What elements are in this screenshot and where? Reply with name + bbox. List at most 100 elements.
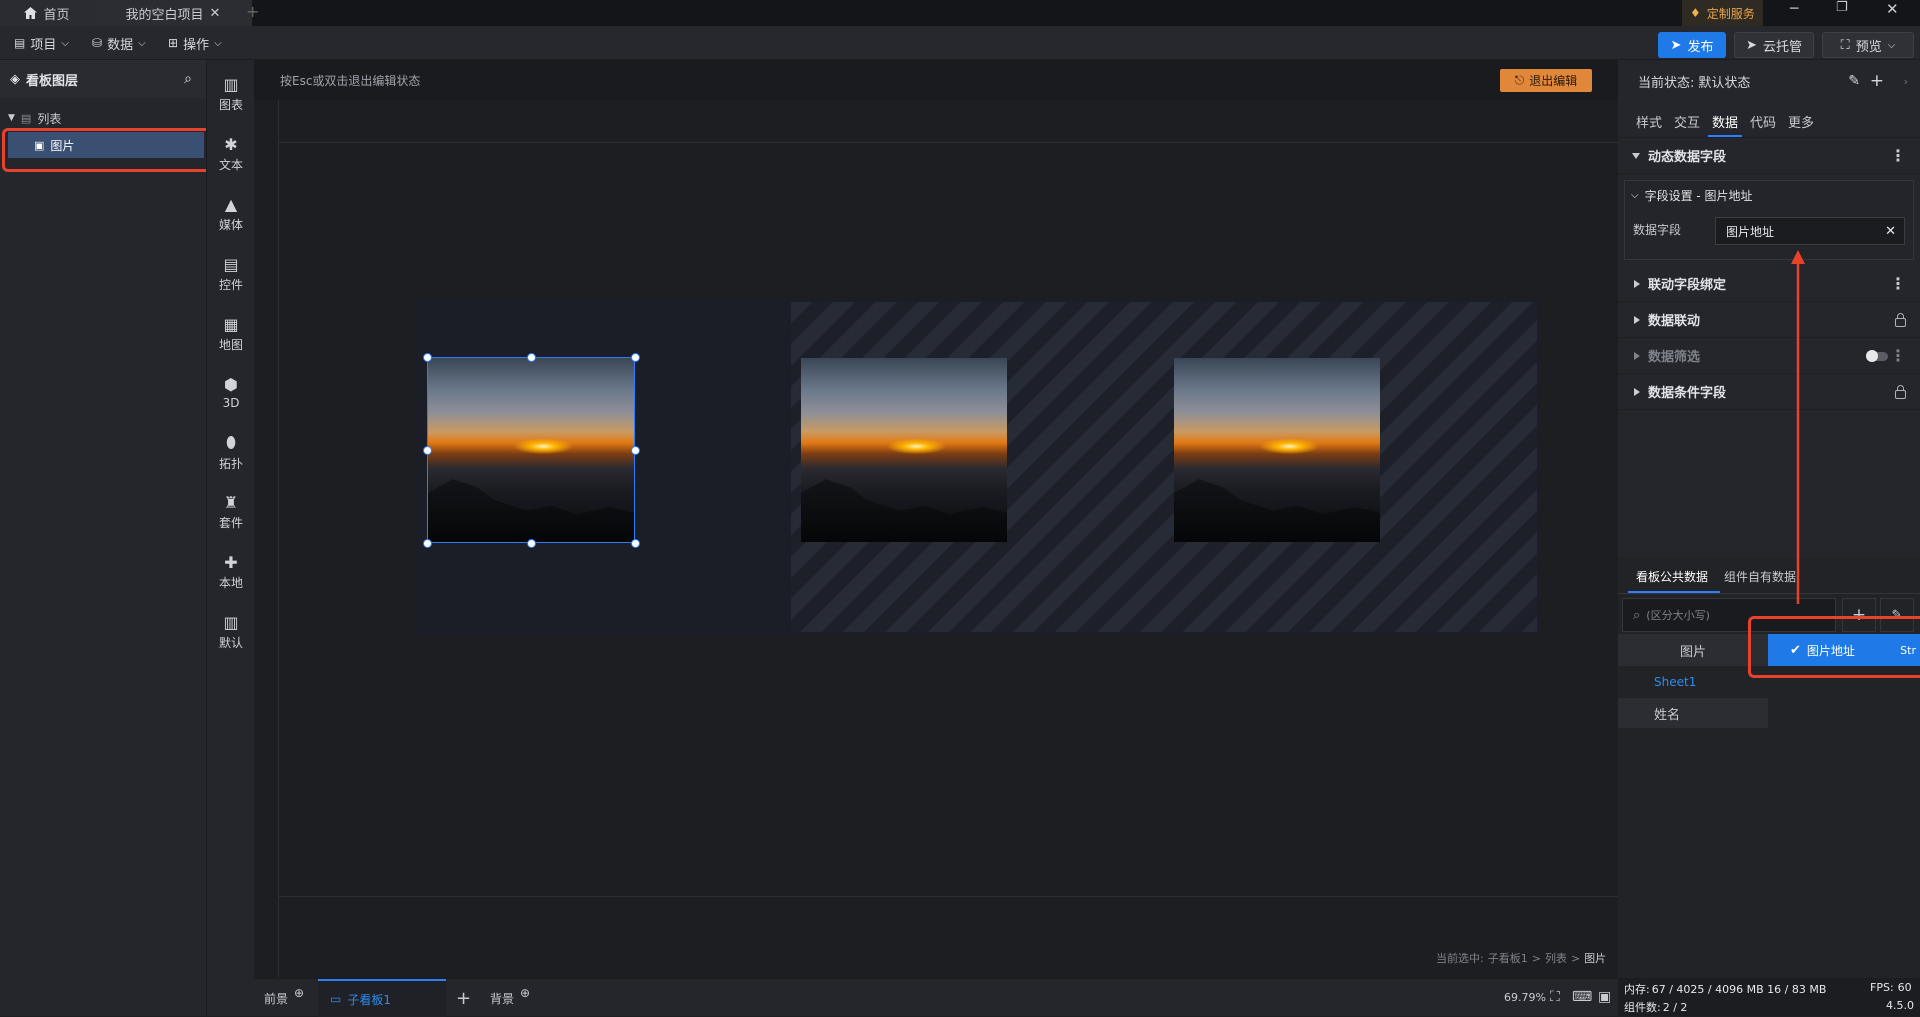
search-icon[interactable]: ⌕ [184,71,192,87]
new-tab-button[interactable]: + [246,2,259,21]
tab-home[interactable]: 首页 [0,0,94,26]
resize-handle-bm[interactable] [527,539,536,548]
layers-icon: ◈ [10,71,20,87]
name-field-item[interactable]: 姓名 [1618,698,1768,728]
rail-topology[interactable]: ⬮ 拓扑 [207,424,255,480]
caret-down-icon[interactable]: ▼ [8,113,15,123]
tab-subboard[interactable]: ▭ 子看板1 [318,979,446,1017]
custom-service-button[interactable]: ♦ 定制服务 [1682,0,1763,26]
layer-panel-header: ◈ 看板图层 ⌕ [0,60,206,98]
component-rail: ▥ 图表 ✱ 文本 ▲ 媒体 ▤ 控件 ▦ 地图 ⬢ 3D ⬮ 拓扑 ♜ 套件 ✚ 本地 ▥ 默认 [206,60,254,1016]
tab-project-label: 我的空白项目 [125,7,204,23]
edit-hint: 按Esc或双击退出编辑状态 [280,74,421,88]
restore-button[interactable]: ❐ [1836,0,1848,15]
memory-status: 内存: 67 / 4025 / 4096 MB 16 / 83 MB [1624,981,1826,997]
menu-project[interactable]: ▤ 项目 ⌵ [14,26,69,60]
rail-local-label: 本地 [218,576,243,590]
add-circle-icon[interactable]: ⊕ [294,986,304,1000]
resize-handle-ml[interactable] [423,446,432,455]
tab-foreground[interactable]: 前景 ⊕ [264,979,304,1017]
zoom-level[interactable]: 69.79% [1504,991,1546,1004]
grid-icon: ⊞ [168,36,179,50]
resize-handle-br[interactable] [631,539,640,548]
keyboard-icon[interactable]: ⌨ [1572,989,1592,1005]
tab-project[interactable]: 我的空白项目 ✕ [94,0,252,26]
publish-button[interactable]: ➤ 发布 [1658,32,1726,58]
resize-handle-tl[interactable] [423,353,432,362]
version-label: 4.5.0 [1886,999,1914,1012]
home-icon [24,7,38,19]
vertical-ruler [278,100,279,978]
close-icon[interactable]: ✕ [210,6,221,21]
fps-status: FPS: 60 [1870,981,1912,994]
rail-map-label: 地图 [218,338,243,352]
publish-label: 发布 [1687,39,1714,55]
add-circle-icon[interactable]: ⊕ [520,986,530,1000]
rail-media[interactable]: ▲ 媒体 [207,186,255,242]
property-panel: 当前状态: 默认状态 ✎ + › 样式 交互 数据 代码 更多 动态数据字段 ⋮… [1618,60,1920,978]
rail-topology-label: 拓扑 [218,456,243,471]
canvas-workspace: 按Esc或双击退出编辑状态 ⎋ 退出编辑 当前选中: 子看板1 > 列表 > 图… [254,60,1618,978]
terminal-icon[interactable]: ▣ [1598,989,1611,1005]
image-item-3 [1174,358,1380,542]
add-board-button[interactable]: + [456,979,471,1017]
arrow-annotation [1791,250,1805,604]
title-bar: 首页 我的空白项目 ✕ + ♦ 定制服务 ─ ❐ ✕ [0,0,1920,26]
rail-kit[interactable]: ♜ 套件 [207,484,255,540]
rail-text[interactable]: ✱ 文本 [207,126,255,182]
breadcrumb-item[interactable]: 子看板1 [1488,950,1528,966]
resize-handle-tr[interactable] [631,353,640,362]
shirt-icon: ♜ [223,493,239,512]
cube-icon: ⬢ [224,374,238,394]
resize-handle-tm[interactable] [527,353,536,362]
sheet-item[interactable]: Sheet1 [1654,675,1696,689]
selection-frame[interactable] [427,357,635,543]
breadcrumb-separator: > [1531,951,1541,965]
cloud-button[interactable]: ➤ 云托管 [1734,32,1814,58]
name-field-label: 姓名 [1654,707,1681,723]
cloud-label: 云托管 [1762,39,1802,55]
menu-data[interactable]: ⛁ 数据 ⌵ [92,26,146,60]
custom-service-label: 定制服务 [1706,6,1755,21]
layer-item-list[interactable]: ▼ ▤ 列表 [0,106,206,130]
rail-control[interactable]: ▤ 控件 [207,246,255,302]
close-window-button[interactable]: ✕ [1886,0,1899,18]
breadcrumb-item[interactable]: 图片 [1584,950,1606,966]
menu-operate[interactable]: ⊞ 操作 ⌵ [168,26,222,60]
rail-map[interactable]: ▦ 地图 [207,306,255,362]
control-icon: ▤ [223,255,239,274]
breadcrumb-prefix: 当前选中: [1436,952,1484,965]
menu-operate-label: 操作 [183,37,210,53]
chevron-down-icon: ⌵ [214,37,222,49]
exit-icon: ⎋ [1514,73,1525,87]
workspace-hint-bar [254,60,1618,100]
layer-panel-title: 看板图层 [26,73,79,89]
component-count: 组件数: 2 / 2 [1624,999,1687,1015]
preview-button[interactable]: ⛶ 预览 ⌵ [1822,32,1914,58]
memory-value: 67 / 4025 / 4096 MB 16 / 83 MB [1651,982,1827,996]
send-icon: ➤ [1670,37,1682,53]
fit-screen-icon[interactable]: ⛶ [1550,989,1560,1005]
breadcrumb-item[interactable]: 列表 [1545,950,1567,966]
rail-default-label: 默认 [218,636,243,650]
preview-label: 预览 [1855,39,1882,55]
tab-background-label: 背景 [490,991,515,1006]
breadcrumb-separator: > [1570,951,1581,965]
fps-label: FPS: [1870,981,1894,994]
text-icon: ✱ [224,135,238,154]
rail-local[interactable]: ✚ 本地 [207,544,255,600]
rail-default[interactable]: ▥ 默认 [207,604,255,660]
count-value: 2 / 2 [1662,1000,1688,1014]
image-item-2 [801,358,1007,542]
rail-3d[interactable]: ⬢ 3D [207,364,255,420]
minimize-button[interactable]: ─ [1790,1,1798,17]
rail-chart[interactable]: ▥ 图表 [207,66,255,122]
list-icon: ▤ [20,111,32,125]
bar-chart-icon: ▥ [223,613,239,632]
resize-handle-bl[interactable] [423,539,432,548]
tab-subboard-label: 子看板1 [347,992,391,1007]
tab-background[interactable]: 背景 ⊕ [490,979,530,1017]
rail-kit-label: 套件 [218,516,243,530]
resize-handle-mr[interactable] [631,446,640,455]
exit-edit-button[interactable]: ⎋ 退出编辑 [1500,69,1592,92]
